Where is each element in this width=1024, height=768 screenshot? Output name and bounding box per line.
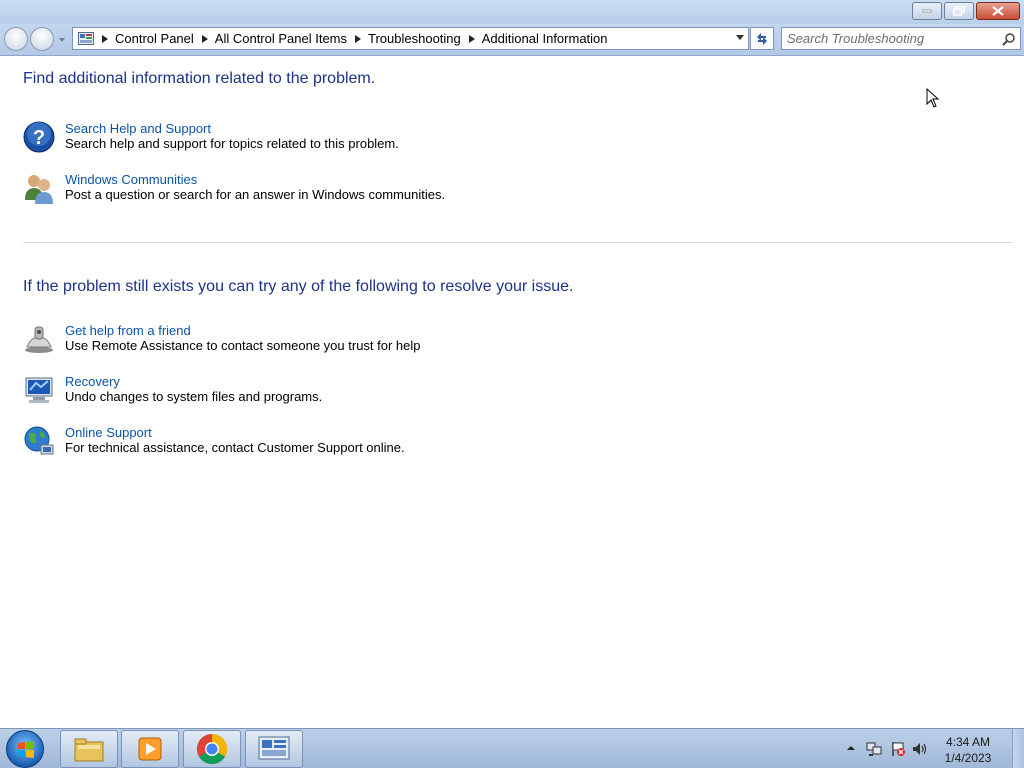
breadcrumb-separator-icon[interactable] (102, 34, 108, 43)
help-question-icon: ? (23, 121, 55, 153)
windows-communities-desc: Post a question or search for an answer … (65, 187, 446, 202)
show-desktop-button[interactable] (1012, 729, 1024, 768)
section-heading-resolve-issue: If the problem still exists you can try … (23, 278, 574, 295)
recovery-icon (25, 377, 53, 403)
control-panel-icon (258, 736, 290, 760)
recovery-desc: Undo changes to system files and program… (65, 389, 323, 404)
chrome-icon (196, 734, 228, 765)
navigation-bar: Control Panel All Control Panel Items Trou… (0, 24, 1024, 56)
breadcrumb: Control Panel All Control Panel Items Trou… (94, 31, 608, 46)
users-icon (25, 175, 53, 204)
address-dropdown-icon[interactable] (736, 35, 744, 41)
recovery-link[interactable]: Recovery (65, 374, 120, 389)
globe-icon (24, 426, 54, 455)
search-input[interactable] (782, 28, 992, 49)
taskbar-media-player[interactable] (121, 730, 179, 768)
breadcrumb-separator-icon[interactable] (468, 34, 475, 43)
search-icon[interactable] (1002, 32, 1016, 46)
control-panel-icon (78, 32, 94, 45)
file-explorer-icon (74, 738, 104, 762)
breadcrumb-item[interactable]: Additional Information (482, 31, 608, 46)
media-player-icon (138, 737, 162, 761)
clock-time: 4:34 AM (945, 735, 991, 749)
clock-date: 1/4/2023 (944, 751, 992, 765)
breadcrumb-separator-icon[interactable] (201, 34, 208, 43)
restore-button[interactable] (944, 2, 974, 20)
search-help-support-desc: Search help and support for topics relat… (65, 136, 399, 151)
recent-pages-dropdown-icon[interactable] (58, 36, 66, 44)
mouse-cursor-icon (926, 88, 940, 108)
taskbar: 4:34 AM 1/4/2023 (0, 728, 1024, 768)
clock[interactable]: 4:34 AM 1/4/2023 (938, 734, 998, 766)
svg-text:?: ? (33, 127, 45, 149)
taskbar-chrome[interactable] (183, 730, 241, 768)
action-center-icon[interactable] (890, 741, 906, 757)
minimize-button[interactable] (912, 2, 942, 20)
section-heading-additional-info: Find additional information related to t… (23, 70, 376, 87)
show-hidden-icons-icon[interactable] (846, 743, 856, 753)
taskbar-control-panel[interactable] (245, 730, 303, 768)
breadcrumb-item[interactable]: Control Panel (115, 31, 194, 46)
address-bar[interactable]: Control Panel All Control Panel Items Trou… (72, 27, 749, 50)
breadcrumb-separator-icon[interactable] (355, 34, 362, 43)
get-help-friend-desc: Use Remote Assistance to contact someone… (65, 338, 421, 353)
taskbar-file-explorer[interactable] (60, 730, 118, 768)
back-button[interactable] (4, 27, 28, 51)
refresh-icon (757, 32, 767, 45)
close-button[interactable] (976, 2, 1020, 20)
start-button[interactable] (6, 730, 44, 768)
windows-communities-link[interactable]: Windows Communities (65, 172, 197, 187)
window-titlebar (0, 0, 1024, 24)
volume-icon[interactable] (912, 741, 928, 757)
system-tray: 4:34 AM 1/4/2023 (834, 729, 1024, 768)
search-box[interactable] (781, 27, 1021, 50)
forward-button[interactable] (30, 27, 54, 51)
remote-assistance-icon (25, 326, 53, 353)
breadcrumb-item[interactable]: All Control Panel Items (215, 31, 347, 46)
search-help-support-link[interactable]: Search Help and Support (65, 121, 211, 136)
refresh-button[interactable] (750, 27, 774, 50)
main-content: Find additional information related to t… (0, 57, 1024, 728)
section-divider (23, 242, 1013, 243)
breadcrumb-item[interactable]: Troubleshooting (368, 31, 461, 46)
network-icon[interactable] (866, 741, 882, 757)
get-help-friend-link[interactable]: Get help from a friend (65, 323, 191, 338)
online-support-link[interactable]: Online Support (65, 425, 152, 440)
windows-logo-icon (18, 741, 34, 758)
online-support-desc: For technical assistance, contact Custom… (65, 440, 405, 455)
